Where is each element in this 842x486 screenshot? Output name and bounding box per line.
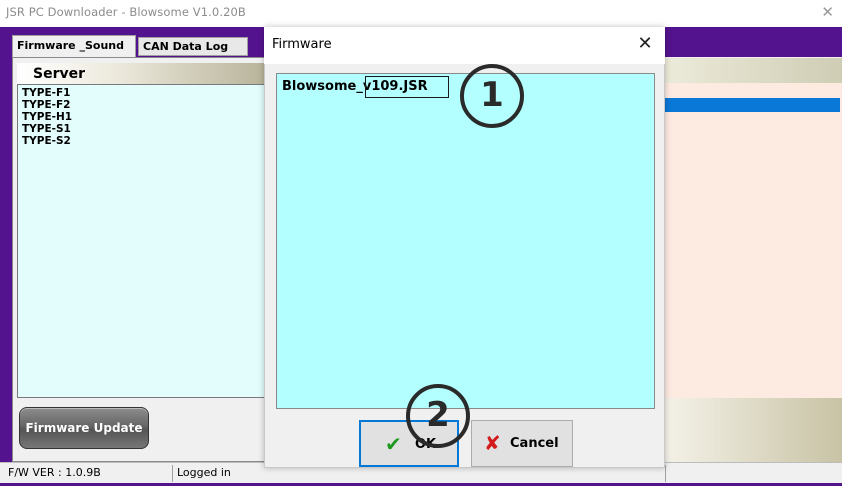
- callout-number-1: 1: [460, 64, 524, 128]
- cancel-button[interactable]: ✘ Cancel: [471, 420, 573, 467]
- tab-firmware-sound[interactable]: Firmware _Sound: [12, 35, 136, 57]
- right-list-selected-row[interactable]: [665, 98, 840, 112]
- server-list[interactable]: TYPE-F1 TYPE-F2 TYPE-H1 TYPE-S1 TYPE-S2: [17, 84, 266, 398]
- list-item-type-f1[interactable]: TYPE-F1: [22, 87, 70, 99]
- server-header-label: Server: [33, 66, 86, 82]
- cancel-label: Cancel: [510, 436, 559, 451]
- firmware-update-button[interactable]: Firmware Update: [19, 407, 149, 449]
- firmware-file-list[interactable]: [276, 73, 655, 409]
- right-panel-footer: [665, 398, 842, 462]
- server-panel-header: Server: [17, 63, 266, 84]
- window-title: JSR PC Downloader - Blowsome V1.0.20B: [6, 5, 246, 19]
- list-item-type-s1[interactable]: TYPE-S1: [22, 123, 71, 135]
- callout-number-2: 2: [406, 384, 470, 448]
- tab-can-data-log[interactable]: CAN Data Log: [138, 37, 248, 56]
- fw-version-label: F/W VER : 1.0.9B: [8, 466, 101, 479]
- right-panel-header: [665, 58, 842, 83]
- list-item-type-s2[interactable]: TYPE-S2: [22, 135, 71, 147]
- dialog-title: Firmware: [272, 37, 332, 52]
- status-divider-right: [665, 465, 666, 482]
- tab-strip: Firmware _Sound CAN Data Log: [12, 35, 248, 57]
- cross-icon: ✘: [484, 431, 501, 455]
- list-item-type-h1[interactable]: TYPE-H1: [22, 111, 72, 123]
- dialog-close-icon[interactable]: ✕: [634, 32, 656, 56]
- window-titlebar: JSR PC Downloader - Blowsome V1.0.20B ✕: [0, 0, 842, 27]
- right-list[interactable]: [665, 83, 842, 398]
- status-divider: [172, 465, 173, 482]
- list-item-type-f2[interactable]: TYPE-F2: [22, 99, 70, 111]
- file-name-prefix: Blowsome_: [282, 79, 363, 94]
- login-status: Logged in: [177, 466, 231, 479]
- check-icon: ✔: [385, 432, 402, 456]
- window-close-icon[interactable]: ✕: [821, 3, 834, 21]
- version-highlight-box: [365, 76, 449, 98]
